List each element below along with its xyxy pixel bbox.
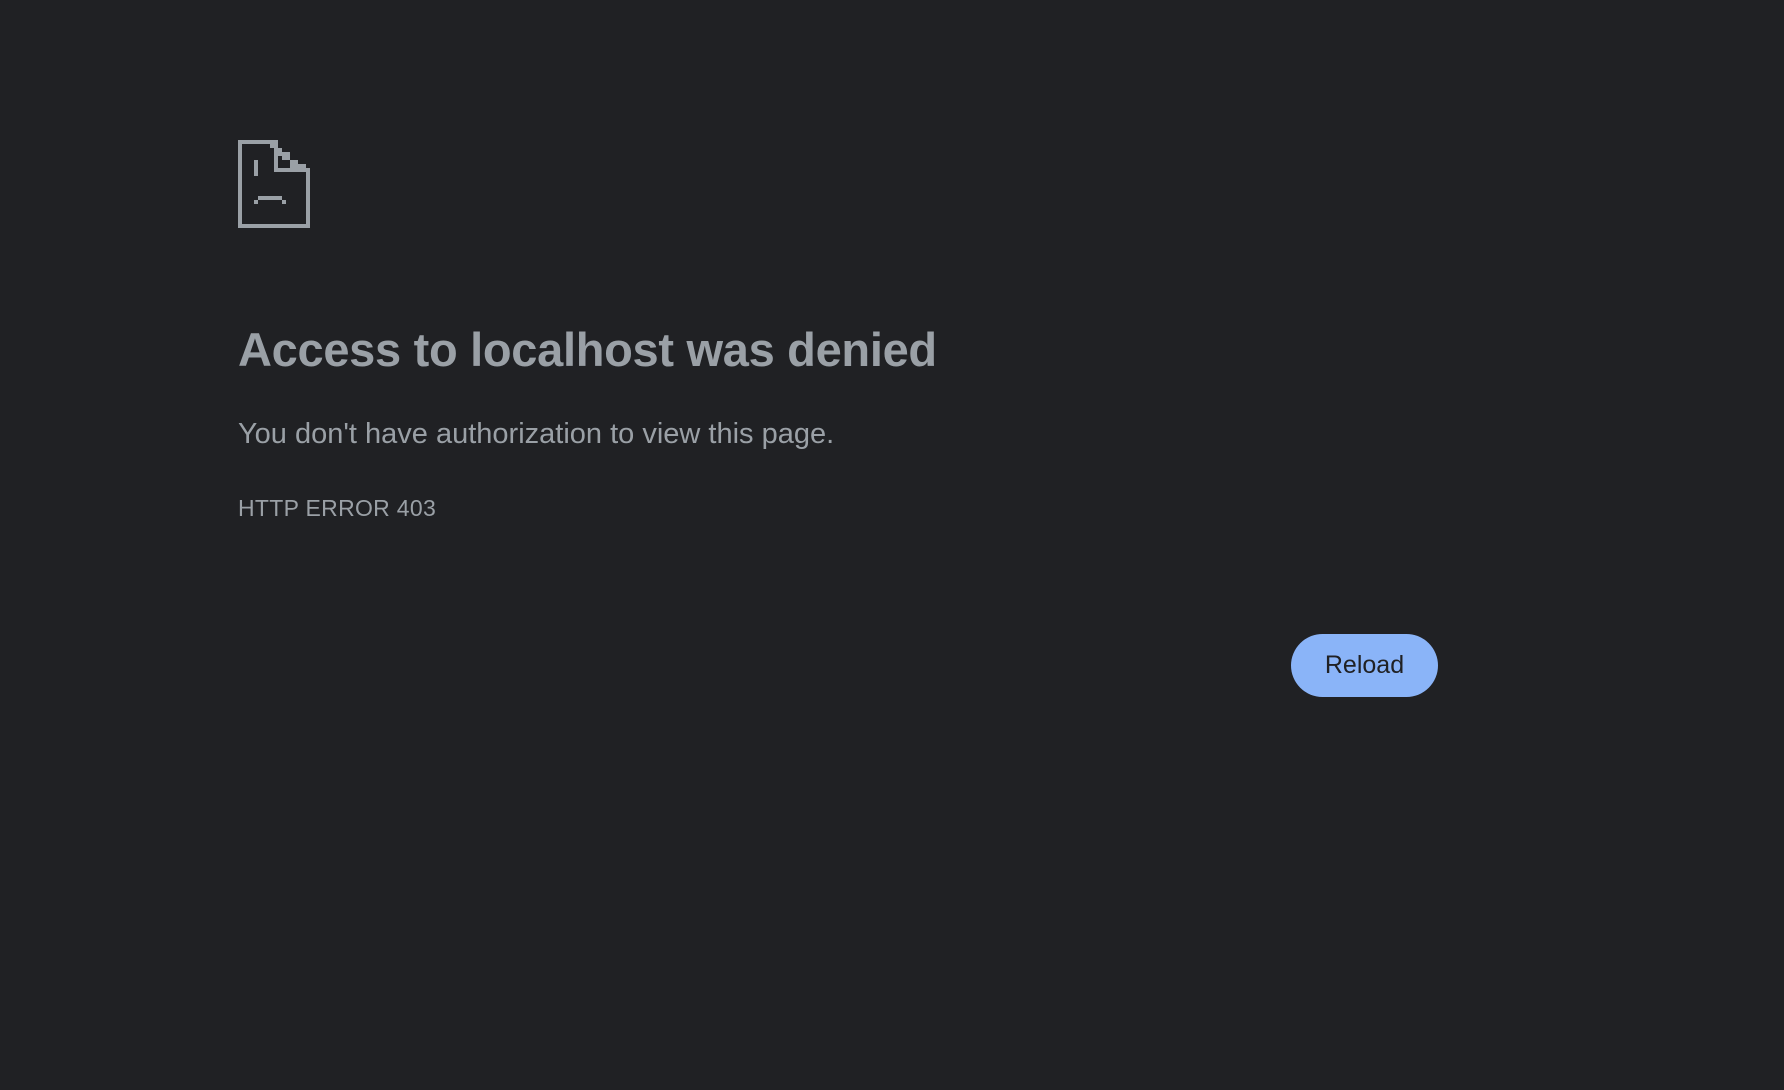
error-code: HTTP ERROR 403: [238, 495, 437, 521]
error-page: Access to localhost was denied You don't…: [0, 0, 1784, 1090]
sad-document-icon: [238, 140, 310, 228]
error-message: You don't have authorization to view thi…: [238, 418, 835, 450]
reload-button[interactable]: Reload: [1291, 634, 1438, 697]
page-title: Access to localhost was denied: [238, 323, 937, 376]
